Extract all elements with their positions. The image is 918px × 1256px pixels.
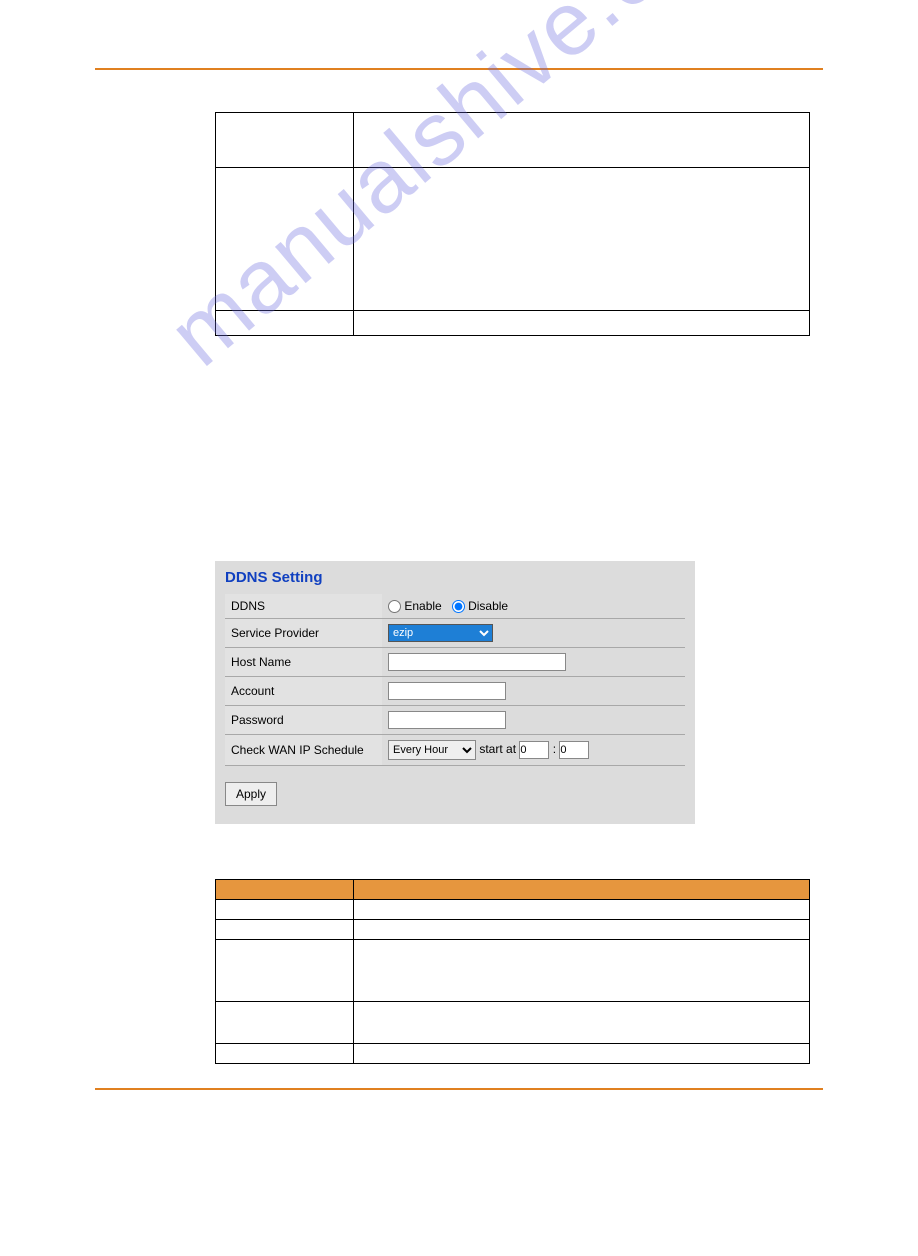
start-minute-input[interactable] xyxy=(559,741,589,759)
start-at-label: start at xyxy=(479,742,516,756)
ddns-title: DDNS Setting xyxy=(225,569,685,586)
apply-button[interactable]: Apply xyxy=(225,782,277,806)
password-label: Password xyxy=(225,706,382,735)
top-divider xyxy=(95,68,823,70)
start-hour-input[interactable] xyxy=(519,741,549,759)
host-name-label: Host Name xyxy=(225,648,382,677)
ddns-enable-radio[interactable] xyxy=(388,600,401,613)
bottom-divider xyxy=(95,1088,823,1090)
check-wan-schedule-select[interactable]: Every Hour xyxy=(388,740,476,760)
host-name-input[interactable] xyxy=(388,653,566,671)
ddns-settings-table: DDNS Enable Disable Service Provider ezi… xyxy=(225,594,685,766)
account-input[interactable] xyxy=(388,682,506,700)
check-wan-label: Check WAN IP Schedule xyxy=(225,735,382,766)
time-colon: : xyxy=(553,742,556,756)
ddns-label: DDNS xyxy=(225,594,382,619)
lower-table xyxy=(215,879,810,1064)
ddns-disable-radio[interactable] xyxy=(452,600,465,613)
upper-table xyxy=(215,112,810,336)
account-label: Account xyxy=(225,677,382,706)
password-input[interactable] xyxy=(388,711,506,729)
disable-label: Disable xyxy=(468,599,508,613)
service-provider-label: Service Provider xyxy=(225,619,382,648)
enable-label: Enable xyxy=(404,599,441,613)
service-provider-select[interactable]: ezip xyxy=(388,624,493,642)
ddns-setting-panel: DDNS Setting DDNS Enable Disable Service… xyxy=(215,561,695,824)
